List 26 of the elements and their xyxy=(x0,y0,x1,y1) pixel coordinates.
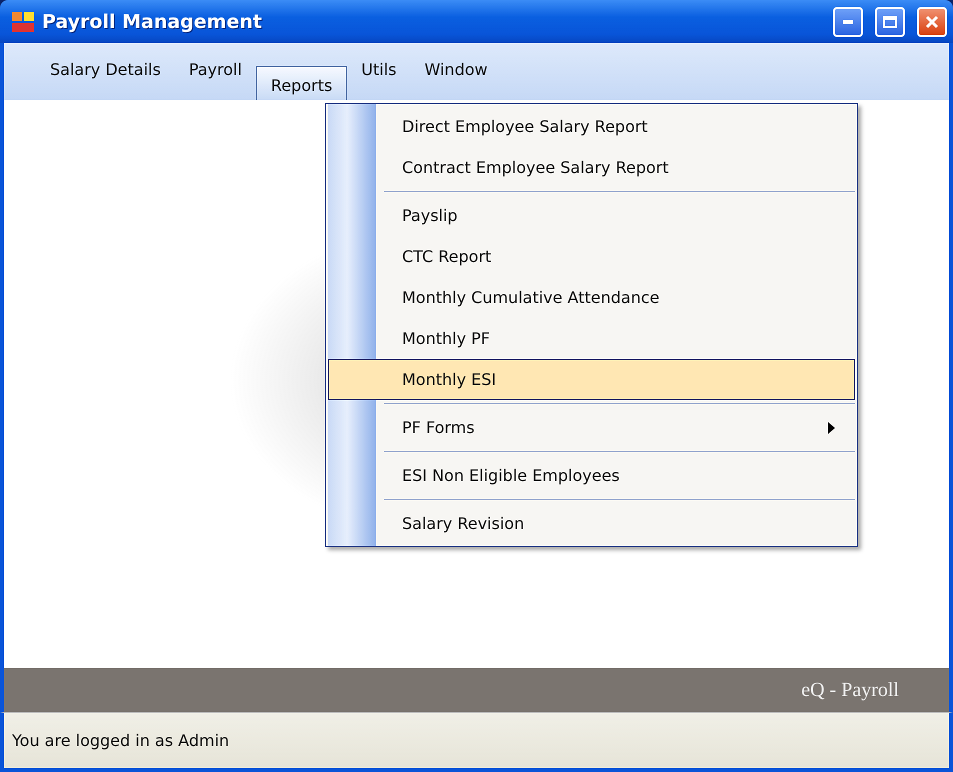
menu-entry[interactable]: CTC Report xyxy=(328,236,855,277)
close-button[interactable] xyxy=(917,6,947,36)
submenu-arrow-icon xyxy=(828,422,835,434)
menu-entry[interactable]: Monthly ESI xyxy=(328,359,855,400)
menu-entry[interactable]: Contract Employee Salary Report xyxy=(328,147,855,188)
menu-item[interactable]: Utils xyxy=(347,51,411,88)
minimize-button[interactable] xyxy=(833,6,863,36)
menu-entry[interactable]: ESI Non Eligible Employees xyxy=(328,455,855,496)
menu-entry[interactable]: Monthly Cumulative Attendance xyxy=(328,277,855,318)
menu-entry[interactable]: Salary Revision xyxy=(328,503,855,544)
menu-item[interactable]: Window xyxy=(410,51,502,88)
maximize-button[interactable] xyxy=(875,6,905,36)
minimize-icon xyxy=(843,20,853,24)
window-title: Payroll Management xyxy=(42,10,263,32)
menu-entry[interactable]: Payslip xyxy=(328,195,855,236)
status-text: You are logged in as Admin xyxy=(12,731,230,750)
menu-entry[interactable]: Monthly PF xyxy=(328,318,855,359)
menu-entry[interactable]: Direct Employee Salary Report xyxy=(328,106,855,147)
brand-name: eQ - Payroll xyxy=(801,678,899,702)
menu-item[interactable]: Payroll xyxy=(174,51,256,88)
menu-item[interactable]: Salary Details xyxy=(36,51,175,88)
close-icon xyxy=(925,14,939,28)
menu-item[interactable]: Reports xyxy=(256,66,348,100)
maximize-icon xyxy=(883,16,897,28)
app-icon xyxy=(12,12,34,32)
menu-entry[interactable]: PF Forms xyxy=(328,407,855,448)
